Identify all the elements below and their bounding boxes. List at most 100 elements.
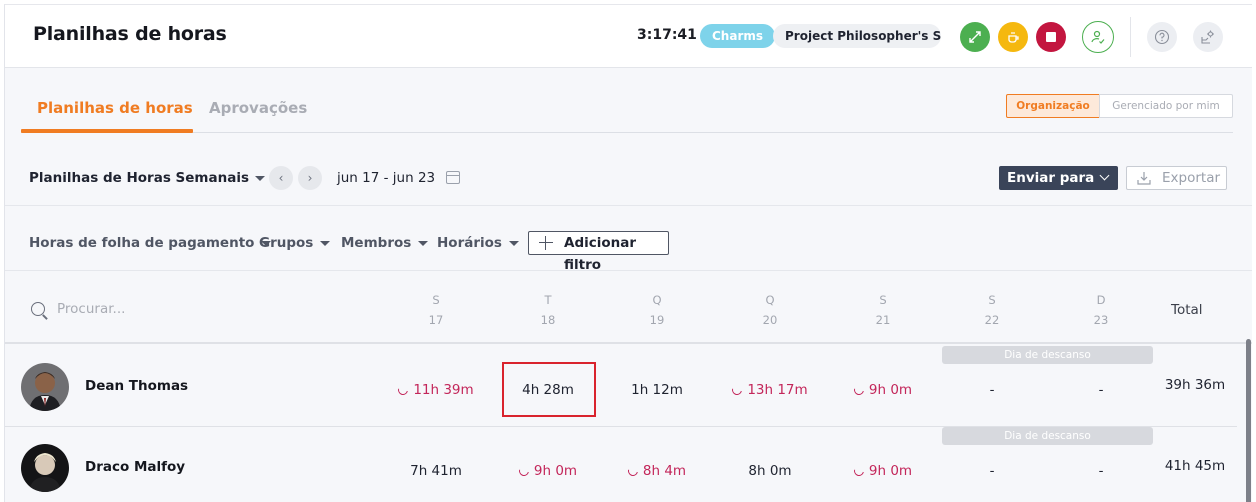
user-check-icon [1091, 30, 1105, 44]
day-header: Q 20 [740, 290, 800, 330]
project-tag-badge[interactable]: Charms [700, 24, 776, 48]
vertical-scrollbar[interactable] [1246, 339, 1251, 502]
export-label: Exportar [1162, 170, 1221, 186]
avatar [21, 363, 69, 411]
time-cell[interactable]: 9h 0m [828, 382, 938, 398]
table-header: S 17 T 18 Q 19 Q 20 S 21 S 22 D 23 Total [5, 272, 1252, 344]
table-row[interactable]: Dia de descanso Dean Thomas 11h 39m 4h 2… [5, 346, 1237, 427]
day-header: S 22 [962, 290, 1022, 330]
send-to-button[interactable]: Enviar para [999, 166, 1118, 190]
time-value: 11h 39m [413, 382, 474, 398]
coffee-break-icon [1008, 32, 1019, 43]
time-value: 8h 4m [642, 463, 687, 479]
filter-bar: Horas de folha de pagamento Grupos Membr… [5, 207, 1252, 273]
time-value: - [989, 382, 995, 398]
table-row[interactable]: Dia de descanso Draco Malfoy 7h 41m 9h 0… [5, 427, 1237, 502]
stop-icon [1046, 32, 1056, 42]
time-cell[interactable]: 9h 0m [493, 463, 603, 479]
time-cell[interactable]: 8h 0m [715, 463, 825, 479]
date-range[interactable]: jun 17 - jun 23 [337, 170, 435, 186]
filter-schedules[interactable]: Horários [437, 235, 519, 251]
view-type-dropdown[interactable]: Planilhas de Horas Semanais [29, 170, 265, 186]
scope-organization-button[interactable]: Organização [1006, 94, 1100, 118]
day-date: 20 [762, 313, 778, 327]
chevron-left-icon: ‹ [278, 171, 284, 185]
day-date: 23 [1093, 313, 1109, 327]
caret-down-icon [320, 240, 331, 246]
previous-week-button[interactable]: ‹ [269, 166, 293, 190]
settings-button[interactable] [1193, 22, 1223, 52]
day-header: T 18 [518, 290, 578, 330]
time-cell[interactable]: - [1046, 382, 1156, 398]
time-cell[interactable]: 7h 41m [381, 463, 491, 479]
rest-day-badge: Dia de descanso [942, 427, 1153, 445]
send-to-label: Enviar para [1007, 170, 1095, 186]
switch-task-icon [969, 31, 981, 43]
time-cell[interactable]: - [1046, 463, 1156, 479]
timesheets-page: Planilhas de horas 3:17:41 Charms Projec… [4, 4, 1252, 502]
page-title: Planilhas de horas [33, 23, 227, 45]
day-header: S 17 [406, 290, 466, 330]
row-total: 39h 36m [1164, 377, 1226, 393]
overtime-icon [852, 464, 866, 478]
time-cell[interactable]: 9h 0m [828, 463, 938, 479]
day-letter: Q [765, 293, 775, 307]
time-value: 9h 0m [533, 463, 578, 479]
time-value: 8h 0m [748, 463, 792, 479]
overtime-icon [396, 383, 411, 397]
day-header: D 23 [1071, 290, 1131, 330]
add-filter-button[interactable]: Adicionar filtro [528, 231, 669, 273]
view-type-label: Planilhas de Horas Semanais [29, 170, 249, 186]
day-header: S 21 [853, 290, 913, 330]
user-status-button[interactable] [1082, 21, 1114, 53]
filter-groups[interactable]: Grupos [259, 235, 331, 251]
search-icon [31, 302, 45, 316]
rest-day-badge: Dia de descanso [942, 346, 1153, 364]
export-button[interactable]: Exportar [1126, 166, 1227, 190]
time-cell[interactable]: - [937, 382, 1047, 398]
chevron-down-icon [1099, 170, 1110, 181]
member-name[interactable]: Draco Malfoy [85, 459, 185, 475]
filter-label: Horários [437, 235, 502, 251]
day-letter: S [879, 293, 887, 307]
tab-timesheets[interactable]: Planilhas de horas [37, 99, 193, 117]
calendar-icon[interactable] [446, 171, 460, 184]
day-letter: Q [652, 293, 662, 307]
time-cell[interactable]: 8h 4m [602, 463, 712, 479]
project-selector[interactable]: Project Philosopher's S... [773, 24, 941, 48]
overtime-icon [626, 464, 640, 478]
day-letter: D [1096, 293, 1106, 307]
overtime-icon [852, 383, 866, 397]
switch-task-button[interactable] [960, 22, 990, 52]
overtime-icon [730, 383, 745, 397]
filter-payroll-hours[interactable]: Horas de folha de pagamento [29, 235, 272, 251]
time-cell[interactable]: 11h 39m [381, 382, 491, 398]
day-letter: S [988, 293, 996, 307]
member-name[interactable]: Dean Thomas [85, 378, 188, 394]
filter-label: Grupos [259, 235, 314, 251]
time-cell[interactable]: 13h 17m [715, 382, 825, 398]
day-date: 22 [984, 313, 1000, 327]
help-button[interactable] [1147, 22, 1177, 52]
caret-down-icon [255, 175, 265, 181]
time-cell[interactable]: 1h 12m [602, 382, 712, 398]
toolbar: Planilhas de Horas Semanais ‹ › jun 17 -… [5, 150, 1252, 206]
caret-down-icon [508, 240, 519, 246]
chevron-right-icon: › [307, 171, 313, 185]
scope-managed-by-me-button[interactable]: Gerenciado por mim [1099, 94, 1233, 118]
divider [1130, 17, 1131, 57]
time-cell[interactable]: - [937, 463, 1047, 479]
next-week-button[interactable]: › [298, 166, 322, 190]
time-value: 1h 12m [631, 382, 683, 398]
break-button[interactable] [998, 22, 1028, 52]
timer-display: 3:17:41 [637, 27, 697, 43]
day-header: Q 19 [627, 290, 687, 330]
time-value: 7h 41m [410, 463, 462, 479]
time-value: 9h 0m [868, 382, 913, 398]
time-value: 9h 0m [868, 463, 913, 479]
search-input[interactable] [57, 298, 257, 320]
time-value: - [989, 463, 995, 479]
tab-approvals[interactable]: Aprovações [209, 99, 307, 117]
stop-timer-button[interactable] [1036, 22, 1066, 52]
filter-members[interactable]: Membros [341, 235, 429, 251]
